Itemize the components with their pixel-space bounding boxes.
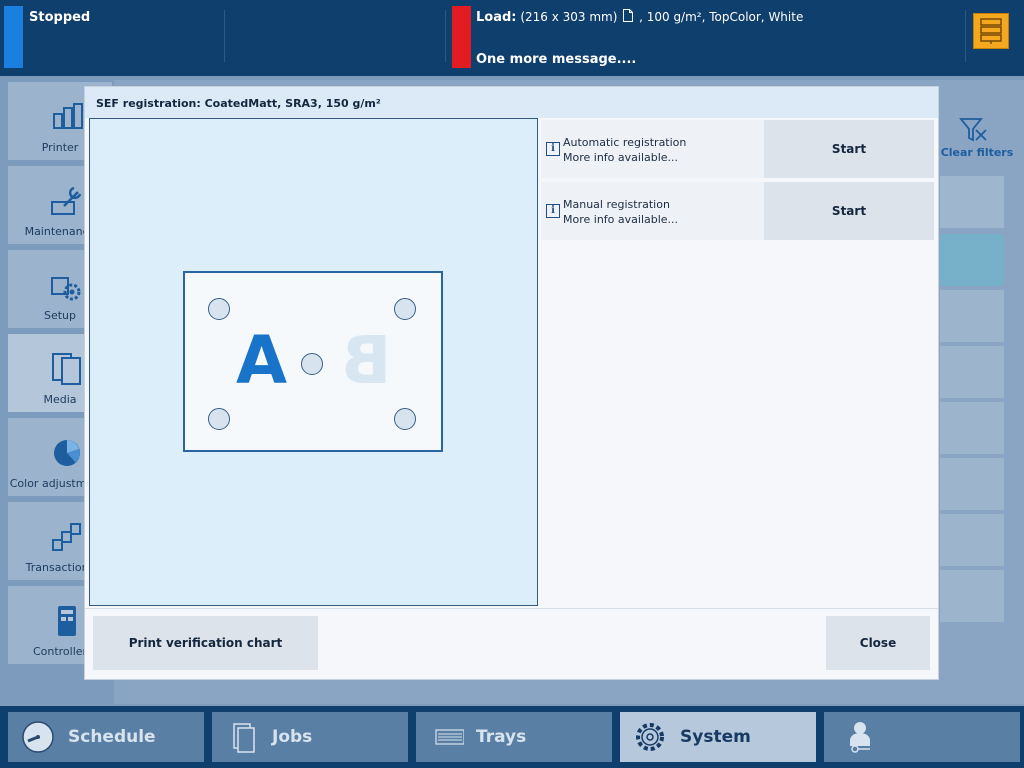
tab-label: Trays [476,727,527,747]
user-key-icon [850,722,870,753]
alert-indicator [452,6,471,68]
print-verification-chart-button[interactable]: Print verification chart [93,616,318,670]
registration-dialog: SEF registration: CoatedMatt, SRA3, 150 … [84,86,939,680]
list-item [940,346,1004,398]
gear-icon [51,277,81,301]
start-automatic-button[interactable]: Start [764,120,934,178]
info-icon[interactable]: i [546,204,560,218]
dialog-header: SEF registration: CoatedMatt, SRA3, 150 … [85,87,938,118]
info-icon[interactable]: i [546,142,560,156]
tab-label: System [680,727,751,747]
jobs-icon [233,723,255,753]
list-item [940,290,1004,342]
registration-name: Automatic registration [563,136,687,149]
server-button[interactable] [973,13,1009,49]
tab-schedule[interactable]: Schedule [8,712,204,762]
registration-preview: A B [89,118,538,606]
printer-icon [53,103,83,129]
list-item [940,514,1004,566]
document-icon [623,9,634,22]
registration-mark [208,298,230,320]
manual-registration-row: i Manual registration More info availabl… [541,182,934,240]
media-icon [52,353,81,385]
list-item [940,570,1004,622]
message-link[interactable]: One more message.... [476,52,636,67]
front-side-letter: A [236,322,288,399]
gear-icon [636,723,664,751]
more-info-text[interactable]: More info available... [563,151,678,164]
registration-mark [394,408,416,430]
more-info-text[interactable]: More info available... [563,213,678,226]
sheet-preview: A B [183,271,443,452]
tab-trays[interactable]: Trays [416,712,612,762]
status-indicator [4,6,23,68]
load-label: Load: [476,10,517,25]
list-item [940,458,1004,510]
load-size: (216 x 303 mm) [520,10,618,24]
wrench-icon [51,186,82,215]
divider [965,10,966,62]
list-item [940,176,1004,228]
color-wheel-icon [54,440,80,466]
tab-label: Schedule [68,727,156,747]
divider [445,10,446,62]
load-info[interactable]: Load: (216 x 303 mm) , 100 g/m², TopColo… [476,9,803,25]
divider [224,10,225,62]
tab-system[interactable]: System [620,712,816,762]
tab-jobs[interactable]: Jobs [212,712,408,762]
controller-icon [58,606,76,636]
clock-icon [22,721,54,753]
dialog-title: SEF registration: CoatedMatt, SRA3, 150 … [96,97,381,110]
tab-user[interactable] [824,712,1020,762]
list-item [940,402,1004,454]
registration-name: Manual registration [563,198,670,211]
back-side-letter: B [341,322,392,399]
clear-filter-icon [959,118,987,142]
automatic-registration-row: i Automatic registration More info avail… [541,120,934,178]
divider [85,608,938,609]
registration-mark [301,353,323,375]
server-icon [980,18,1002,44]
status-bar: Stopped Load: (216 x 303 mm) , 100 g/m²,… [0,0,1024,76]
printer-status-text: Stopped [29,10,91,25]
clear-filters-label: Clear filters [940,146,1014,159]
transactions-icon [52,523,81,551]
close-button[interactable]: Close [826,616,930,670]
registration-mark [394,298,416,320]
start-manual-button[interactable]: Start [764,182,934,240]
load-details: , 100 g/m², TopColor, White [639,10,804,24]
registration-mark [208,408,230,430]
trays-icon [435,729,464,745]
list-item [940,234,1004,286]
tab-label: Jobs [272,727,313,747]
clear-filters-button[interactable]: Clear filters [938,112,1016,166]
